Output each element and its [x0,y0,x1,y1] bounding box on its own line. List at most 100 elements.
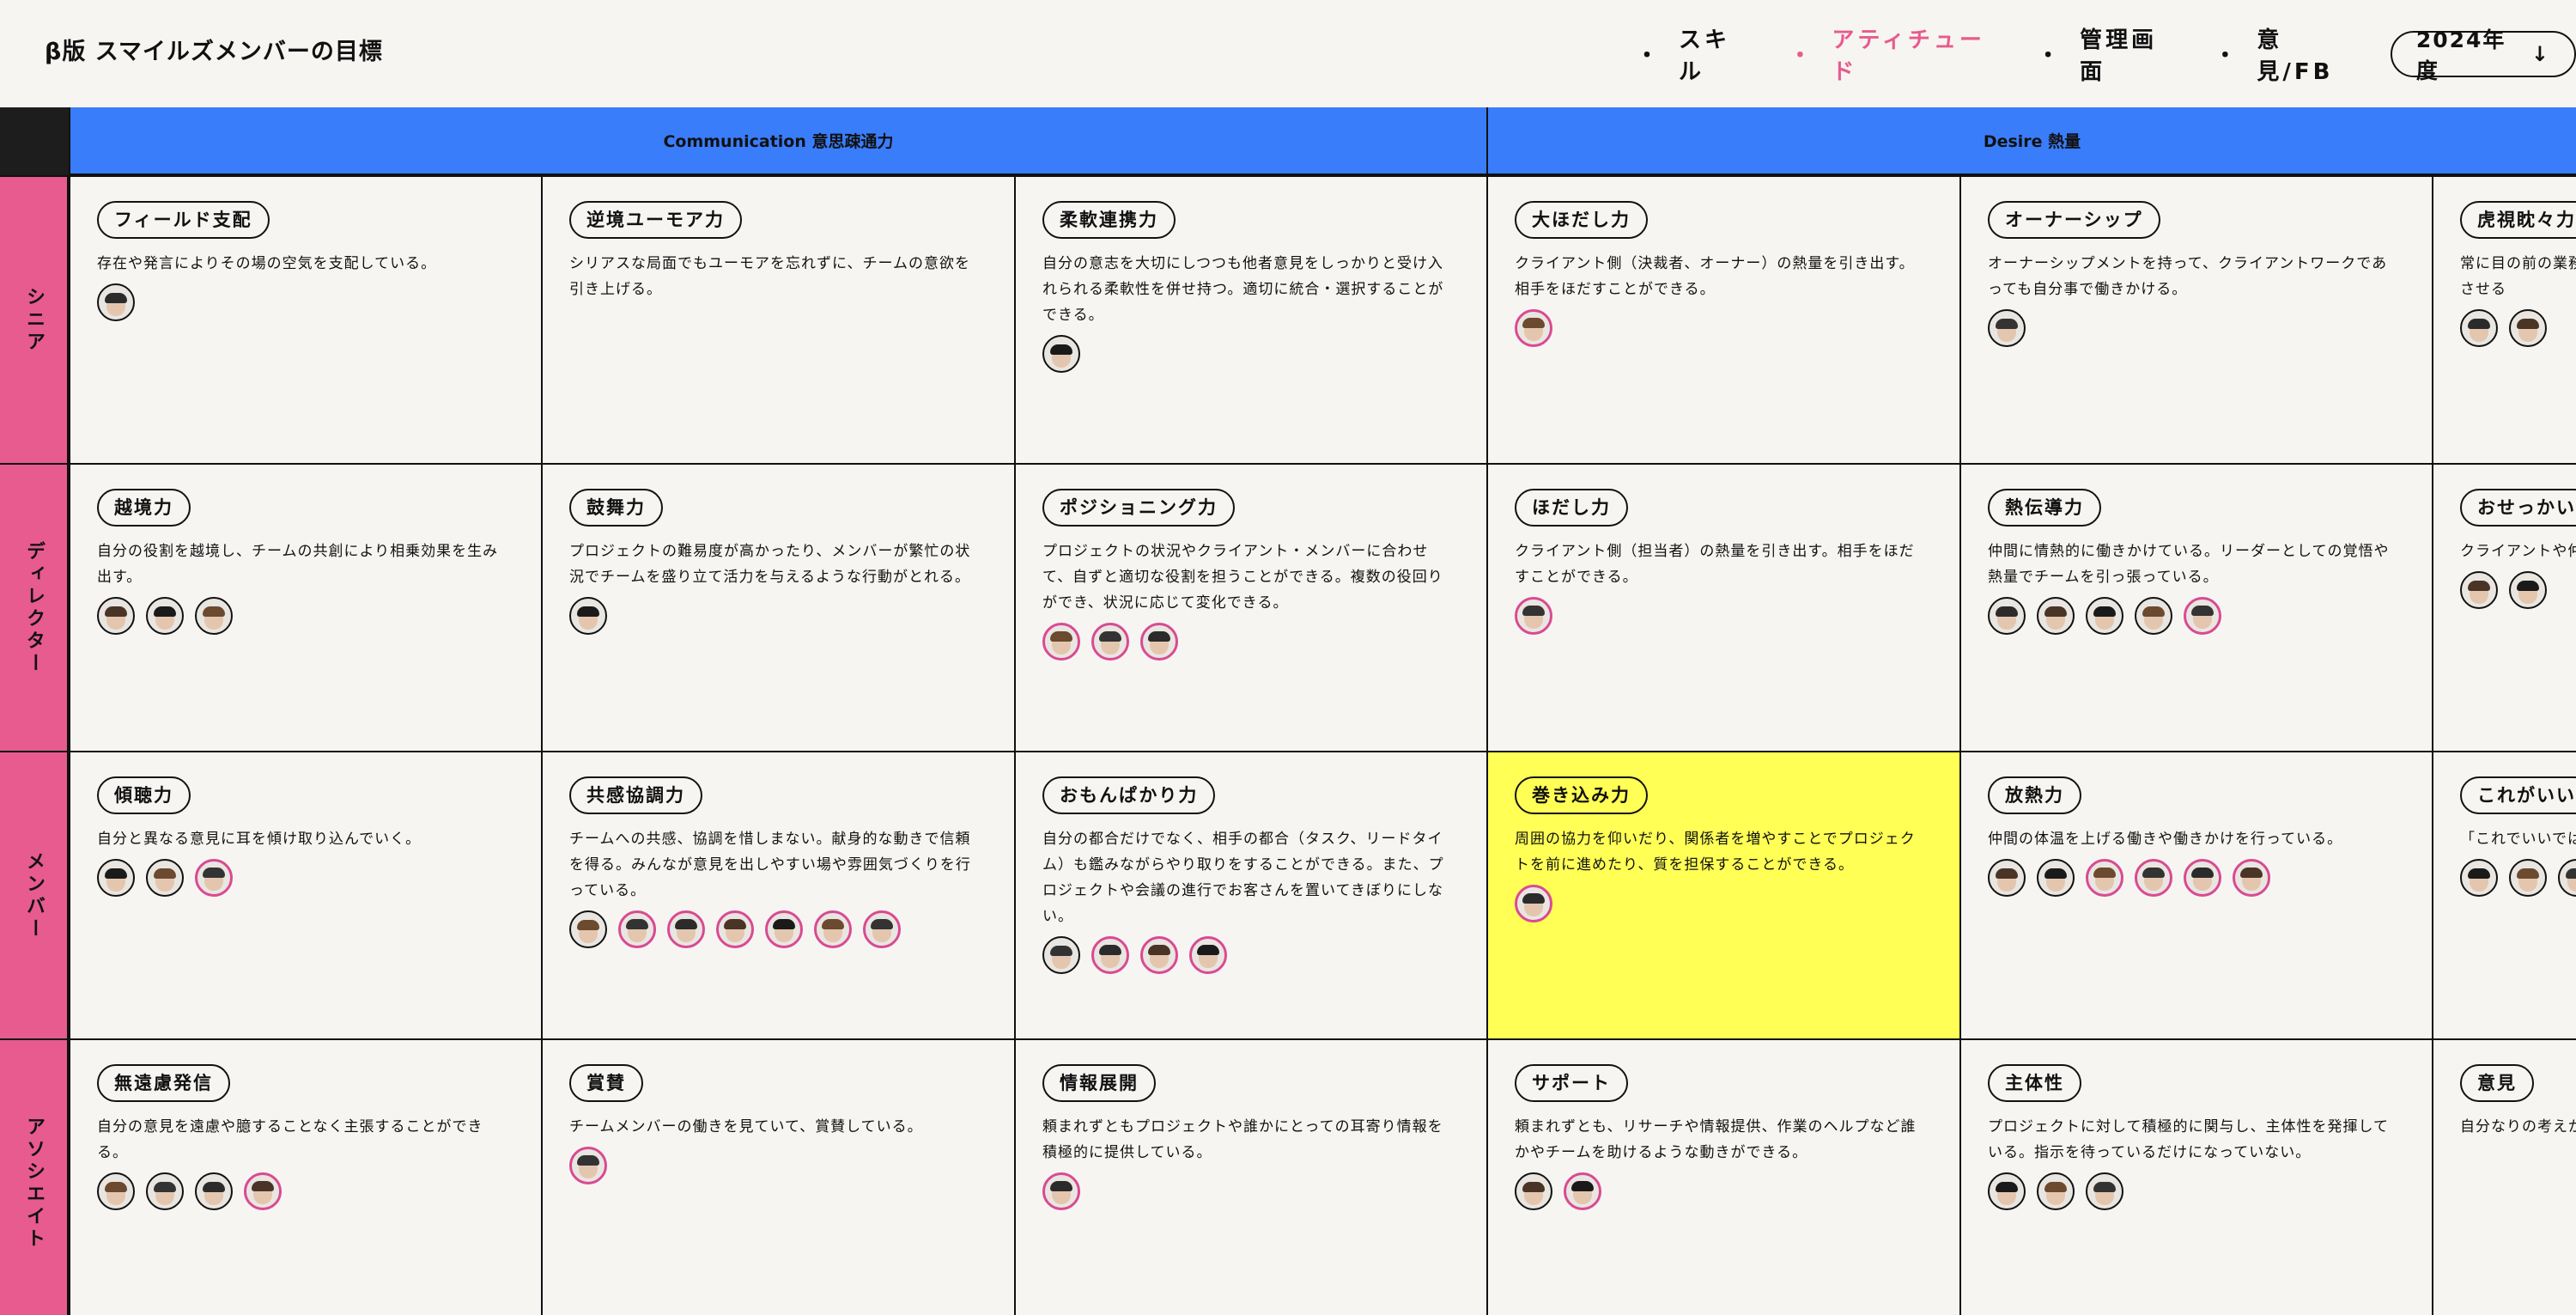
attitude-title-tag[interactable]: 賞賛 [569,1064,643,1102]
member-avatar[interactable] [1988,859,2026,897]
attitude-title-tag[interactable]: 虎視眈々力 [2460,201,2576,239]
avatar-face-icon [773,919,795,942]
attitude-title-tag[interactable]: 意見 [2460,1064,2534,1102]
member-avatar[interactable] [716,910,754,948]
member-avatar[interactable] [667,910,705,948]
attitude-title-tag[interactable]: これがいい [2460,776,2576,814]
attitude-title-tag[interactable]: フィールド支配 [97,201,270,239]
member-avatar[interactable] [1988,597,2026,635]
member-avatar[interactable] [1515,597,1552,635]
member-avatar[interactable] [195,597,233,635]
member-avatar[interactable] [1091,623,1129,661]
member-avatar[interactable] [1140,623,1178,661]
member-avatar[interactable] [2509,571,2547,609]
member-avatar[interactable] [1140,936,1178,974]
attitude-title-tag[interactable]: ほだし力 [1515,489,1628,527]
attitude-title-tag[interactable]: 放熱力 [1988,776,2081,814]
member-avatar[interactable] [2509,309,2547,347]
member-avatar[interactable] [2233,859,2270,897]
member-avatar[interactable] [2509,859,2547,897]
attitude-title-tag[interactable]: 鼓舞力 [569,489,663,527]
member-avatar[interactable] [195,859,233,897]
member-avatar[interactable] [195,1172,233,1210]
attitude-title-tag[interactable]: サポート [1515,1064,1628,1102]
level-label: ディレクター [0,463,69,751]
member-avatar[interactable] [863,910,901,948]
member-avatar[interactable] [1091,936,1129,974]
attitude-title-tag[interactable]: 逆境ユーモア力 [569,201,742,239]
member-avatar[interactable] [1988,1172,2026,1210]
member-avatar[interactable] [2460,309,2498,347]
member-avatar[interactable] [2086,597,2123,635]
member-avatar[interactable] [146,597,184,635]
member-avatar[interactable] [1564,1172,1601,1210]
attitude-description: シリアスな局面でもユーモアを忘れずに、チームの意欲を引き上げる。 [569,255,970,298]
member-avatar[interactable] [2086,1172,2123,1210]
member-avatar[interactable] [1042,1172,1080,1210]
avatar-face-icon [1996,868,2018,892]
attitude-title-tag[interactable]: 無遠慮発信 [97,1064,230,1102]
member-avatar[interactable] [2037,1172,2075,1210]
member-avatar[interactable] [2184,597,2221,635]
member-avatars [1988,309,2400,347]
nav-item-0[interactable]: ・スキル [1636,22,1747,86]
member-avatar[interactable] [1189,936,1227,974]
member-avatar[interactable] [97,283,135,321]
member-avatar[interactable] [1515,1172,1552,1210]
member-avatar[interactable] [244,1172,282,1210]
member-avatar[interactable] [1515,309,1552,347]
member-avatar[interactable] [2135,859,2172,897]
member-avatar[interactable] [2184,859,2221,897]
member-avatar[interactable] [814,910,852,948]
nav-item-1[interactable]: ・アティチュード [1789,22,1996,86]
attitude-title-tag[interactable]: オーナーシップ [1988,201,2160,239]
attitude-title-tag[interactable]: 主体性 [1988,1064,2081,1102]
member-avatar[interactable] [2460,571,2498,609]
attitude-description: 自分の都合だけでなく、相手の都合（タスク、リードタイム）も鑑みながらやり取りをす… [1042,831,1444,925]
member-avatar[interactable] [146,859,184,897]
attitude-title-tag[interactable]: 情報展開 [1042,1064,1156,1102]
member-avatar[interactable] [2558,859,2576,897]
member-avatar[interactable] [1515,885,1552,922]
member-avatar[interactable] [97,1172,135,1210]
member-avatar[interactable] [765,910,803,948]
member-avatar[interactable] [97,597,135,635]
avatar-face-icon [1148,631,1170,654]
member-avatar[interactable] [569,910,607,948]
member-avatar[interactable] [2135,597,2172,635]
attitude-title-tag[interactable]: 傾聴力 [97,776,191,814]
member-avatar[interactable] [618,910,656,948]
member-avatar[interactable] [569,597,607,635]
attitude-title-tag[interactable]: おもんぱかり力 [1042,776,1216,814]
member-avatar[interactable] [1042,335,1080,373]
attitude-title-tag[interactable]: 大ほだし力 [1515,201,1648,239]
member-avatar[interactable] [2086,859,2123,897]
attitude-title-tag[interactable]: 共感協調力 [569,776,702,814]
year-select-button[interactable]: 2024年度 ↓ [2390,27,2576,83]
member-avatar[interactable] [1988,309,2026,347]
avatar-face-icon [2142,606,2165,630]
nav-item-3[interactable]: ・意見/FB [2214,22,2348,86]
attitude-title-tag[interactable]: 柔軟連携力 [1042,201,1176,239]
matrix-corner [0,107,69,175]
attitude-cell: 鼓舞力 プロジェクトの難易度が高かったり、メンバーが繁忙の状況でチームを盛り立て活… [541,463,1014,751]
member-avatar[interactable] [2037,597,2075,635]
top-nav: ・スキル・アティチュード・管理画面・意見/FB 2024年度 ↓ [1636,0,2576,107]
member-avatars [569,1147,981,1184]
member-avatar[interactable] [1042,623,1080,661]
attitude-title-tag[interactable]: ポジショニング力 [1042,489,1235,527]
member-avatar[interactable] [97,859,135,897]
attitude-title-tag[interactable]: 巻き込み力 [1515,776,1648,814]
member-avatar[interactable] [569,1147,607,1184]
member-avatar[interactable] [146,1172,184,1210]
attitude-title-tag[interactable]: 熱伝導力 [1988,489,2101,527]
avatar-face-icon [2093,868,2116,891]
attitude-title-tag[interactable]: 越境力 [97,489,191,527]
avatar-face-icon [252,1181,274,1204]
member-avatar[interactable] [2460,859,2498,897]
member-avatar[interactable] [2037,859,2075,897]
nav-item-2[interactable]: ・管理画面 [2037,22,2172,86]
attitude-description: 存在や発言によりその場の空気を支配している。 [97,255,437,272]
member-avatar[interactable] [1042,936,1080,974]
attitude-title-tag[interactable]: おせっかい [2460,489,2576,527]
